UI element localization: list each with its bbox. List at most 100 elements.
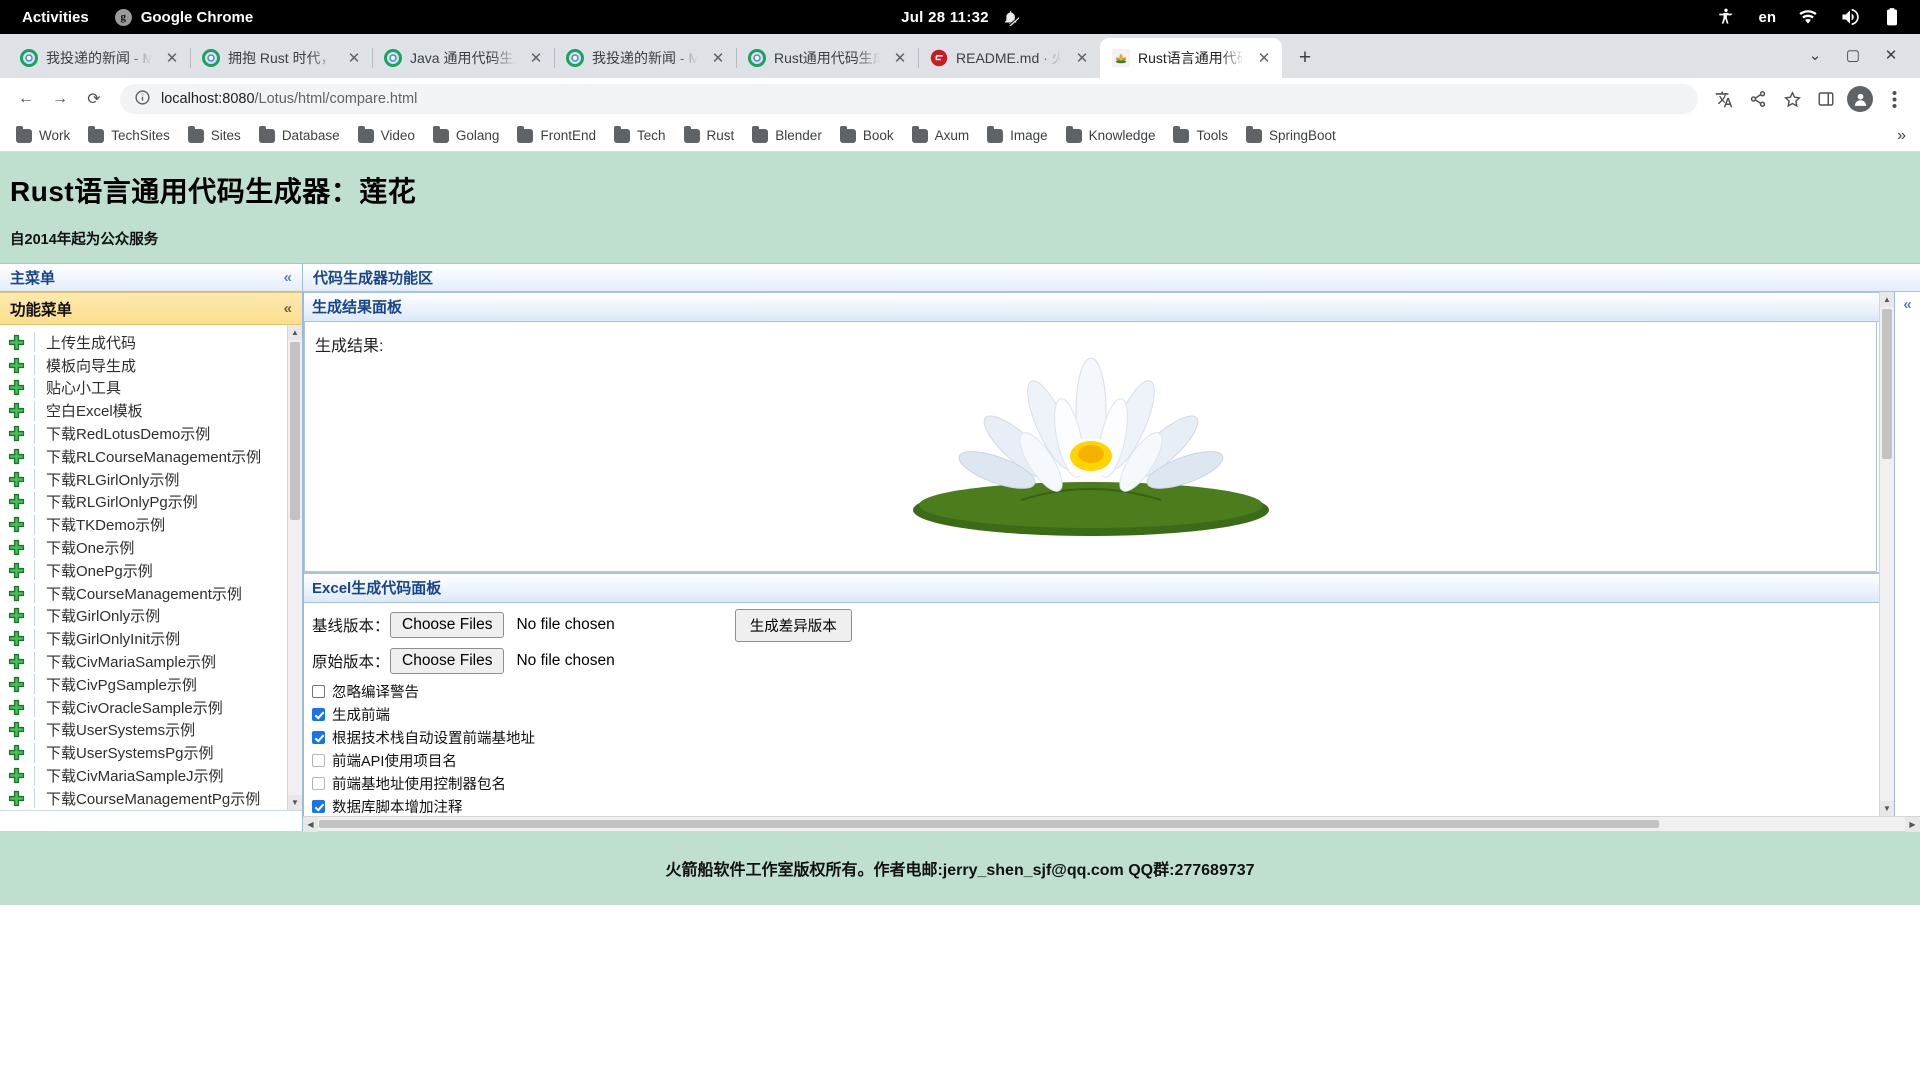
new-tab-button[interactable]: + — [1290, 43, 1320, 73]
checkbox[interactable] — [312, 754, 325, 767]
sidebar-menu-item[interactable]: 下载UserSystemsPg示例 — [0, 741, 287, 764]
close-icon[interactable]: ✕ — [1072, 48, 1092, 68]
side-panel-icon[interactable] — [1810, 83, 1842, 115]
sidebar-menu-item[interactable]: 下载One示例 — [0, 536, 287, 559]
main-vertical-scrollbar[interactable]: ▲ ▼ — [1879, 292, 1894, 816]
browser-tab[interactable]: 拥抱 Rust 时代，使 ✕ — [190, 38, 372, 78]
sidebar-menu-item[interactable]: 下载RLGirlOnlyPg示例 — [0, 491, 287, 514]
sidebar-menu-item[interactable]: 下载TKDemo示例 — [0, 513, 287, 536]
sidebar-menu-item[interactable]: 下载CivMariaSampleJ示例 — [0, 764, 287, 787]
chevron-up-icon[interactable]: « — [284, 300, 292, 317]
sidebar-main-menu-header[interactable]: 主菜单 « — [0, 263, 302, 292]
os-clock-area[interactable]: Jul 28 11:32 — [901, 9, 1019, 26]
option-checkbox-row[interactable]: 前端API使用项目名 — [312, 749, 1879, 772]
bookmark-item[interactable]: Blender — [744, 124, 830, 147]
bookmarks-overflow-button[interactable]: » — [1891, 127, 1912, 145]
browser-tab[interactable]: 我投递的新闻 - MS ✕ — [554, 38, 736, 78]
address-bar[interactable]: localhost:8080/Lotus/html/compare.html — [120, 84, 1698, 114]
browser-tab-active[interactable]: Rust语言通用代码生 ✕ — [1100, 38, 1282, 78]
sidebar-menu-item[interactable]: 下载CivMariaSample示例 — [0, 650, 287, 673]
translate-icon[interactable] — [1708, 83, 1740, 115]
scrollbar-thumb[interactable] — [1882, 309, 1892, 459]
bookmark-item[interactable]: Work — [8, 124, 78, 147]
language-indicator[interactable]: en — [1758, 9, 1776, 26]
sidebar-menu-item[interactable]: 模板向导生成 — [0, 354, 287, 377]
baseline-choose-files-button[interactable]: Choose Files — [390, 612, 504, 638]
close-window-button[interactable]: ✕ — [1874, 40, 1908, 70]
sidebar-menu-item[interactable]: 下载RLCourseManagement示例 — [0, 445, 287, 468]
bookmark-item[interactable]: Axum — [904, 124, 978, 147]
share-icon[interactable] — [1742, 83, 1774, 115]
activities-button[interactable]: Activities — [22, 9, 89, 26]
bookmark-item[interactable]: SpringBoot — [1238, 124, 1344, 147]
sidebar-function-menu-header[interactable]: 功能菜单 « — [0, 292, 302, 325]
right-collapse-strip[interactable]: « — [1894, 292, 1920, 816]
sidebar-menu-item[interactable]: 下载UserSystems示例 — [0, 719, 287, 742]
maximize-button[interactable]: ▢ — [1836, 40, 1870, 70]
star-icon[interactable] — [1776, 83, 1808, 115]
bookmark-item[interactable]: Tech — [606, 124, 674, 147]
bookmark-item[interactable]: Rust — [676, 124, 743, 147]
sidebar-menu-item[interactable]: 下载GirlOnlyInit示例 — [0, 627, 287, 650]
scroll-up-arrow-icon[interactable]: ▲ — [1880, 292, 1894, 307]
sidebar-menu-item[interactable]: 空白Excel模板 — [0, 399, 287, 422]
main-horizontal-scrollbar[interactable]: ◀ ▶ — [303, 816, 1920, 831]
forward-button[interactable]: → — [44, 83, 76, 115]
back-button[interactable]: ← — [10, 83, 42, 115]
checkbox[interactable] — [312, 731, 325, 744]
option-checkbox-row[interactable]: 数据库脚本增加注释 — [312, 795, 1879, 816]
battery-icon[interactable] — [1882, 7, 1902, 27]
os-status-area[interactable]: en — [1716, 7, 1920, 27]
sidebar-scrollbar[interactable]: ▲ ▼ — [287, 325, 302, 810]
sidebar-menu-item[interactable]: 下载GirlOnly示例 — [0, 605, 287, 628]
generate-diff-button[interactable]: 生成差异版本 — [735, 609, 852, 642]
bookmark-item[interactable]: FrontEnd — [509, 124, 604, 147]
sidebar-menu-item[interactable]: 下载CivPgSample示例 — [0, 673, 287, 696]
chevron-left-icon[interactable]: « — [284, 269, 292, 286]
option-checkbox-row[interactable]: 忽略编译警告 — [312, 680, 1879, 703]
wifi-icon[interactable] — [1798, 7, 1818, 27]
sidebar-menu-item[interactable]: 下载CourseManagement示例 — [0, 582, 287, 605]
info-circle-icon[interactable] — [134, 89, 151, 110]
scroll-down-arrow-icon[interactable]: ▼ — [288, 795, 302, 810]
three-dot-menu-icon[interactable] — [1878, 83, 1910, 115]
browser-tab[interactable]: Java 通用代码生成 ✕ — [372, 38, 554, 78]
sidebar-menu-item[interactable]: 下载CourseManagementPg示例 — [0, 787, 287, 810]
bookmark-item[interactable]: Tools — [1165, 124, 1236, 147]
bookmark-item[interactable]: Book — [832, 124, 902, 147]
bookmark-item[interactable]: Database — [251, 124, 348, 147]
sidebar-menu-item[interactable]: 下载OnePg示例 — [0, 559, 287, 582]
sidebar-menu-item[interactable]: 上传生成代码 — [0, 331, 287, 354]
checkbox[interactable] — [312, 777, 325, 790]
reload-button[interactable]: ⟳ — [78, 83, 110, 115]
checkbox[interactable] — [312, 685, 325, 698]
browser-tab[interactable]: 我投递的新闻 - MS ✕ — [8, 38, 190, 78]
scroll-right-arrow-icon[interactable]: ▶ — [1905, 817, 1920, 832]
close-icon[interactable]: ✕ — [526, 48, 546, 68]
scrollbar-thumb[interactable] — [319, 820, 1659, 828]
option-checkbox-row[interactable]: 生成前端 — [312, 703, 1879, 726]
scrollbar-thumb[interactable] — [290, 342, 300, 520]
active-app-indicator[interactable]: g Google Chrome — [115, 9, 254, 26]
close-icon[interactable]: ✕ — [708, 48, 728, 68]
close-icon[interactable]: ✕ — [344, 48, 364, 68]
close-icon[interactable]: ✕ — [162, 48, 182, 68]
scroll-left-arrow-icon[interactable]: ◀ — [303, 817, 318, 832]
sidebar-menu-item[interactable]: 下载RLGirlOnly示例 — [0, 468, 287, 491]
volume-icon[interactable] — [1840, 7, 1860, 27]
close-icon[interactable]: ✕ — [1254, 48, 1274, 68]
sidebar-menu-item[interactable]: 下载CivOracleSample示例 — [0, 696, 287, 719]
chevron-left-icon[interactable]: « — [1903, 296, 1911, 816]
option-checkbox-row[interactable]: 前端基地址使用控制器包名 — [312, 772, 1879, 795]
bookmark-item[interactable]: Knowledge — [1058, 124, 1164, 147]
scroll-up-arrow-icon[interactable]: ▲ — [288, 325, 302, 340]
close-icon[interactable]: ✕ — [890, 48, 910, 68]
bookmark-item[interactable]: Image — [979, 124, 1056, 147]
sidebar-menu-item[interactable]: 下载RedLotusDemo示例 — [0, 422, 287, 445]
checkbox[interactable] — [312, 800, 325, 813]
accessibility-icon[interactable] — [1716, 7, 1736, 27]
browser-tab[interactable]: Rust通用代码生成器 ✕ — [736, 38, 918, 78]
scroll-down-arrow-icon[interactable]: ▼ — [1880, 801, 1894, 816]
option-checkbox-row[interactable]: 根据技术栈自动设置前端基地址 — [312, 726, 1879, 749]
minimize-button[interactable]: ⌄ — [1798, 40, 1832, 70]
